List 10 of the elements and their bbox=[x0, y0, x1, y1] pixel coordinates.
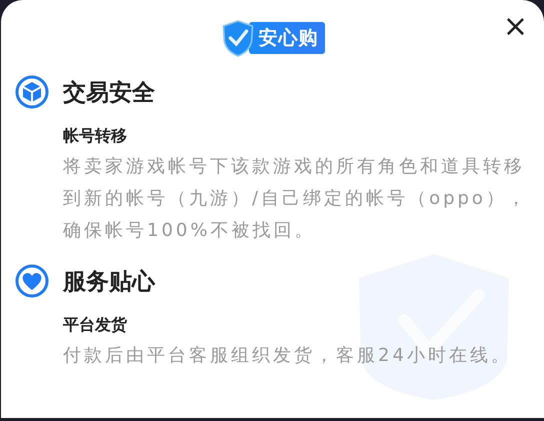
item-description: 付款后由平台客服组织发货，客服24小时在线。 bbox=[63, 344, 513, 368]
cube-icon bbox=[15, 75, 49, 109]
item-description: 将卖家游戏帐号下该款游戏的所有角色和道具转移到新的帐号（九游）/自己绑定的帐号（oppo），确保帐号100%不被找回。 bbox=[63, 155, 529, 243]
section-title: 服务贴心 bbox=[63, 268, 155, 296]
shield-check-icon bbox=[220, 18, 254, 58]
close-button[interactable]: × bbox=[498, 12, 532, 42]
badge-label: 安心购 bbox=[248, 22, 324, 54]
section-title: 交易安全 bbox=[63, 78, 155, 108]
item-title: 帐号转移 bbox=[63, 125, 128, 147]
item-title: 平台发货 bbox=[63, 314, 128, 336]
